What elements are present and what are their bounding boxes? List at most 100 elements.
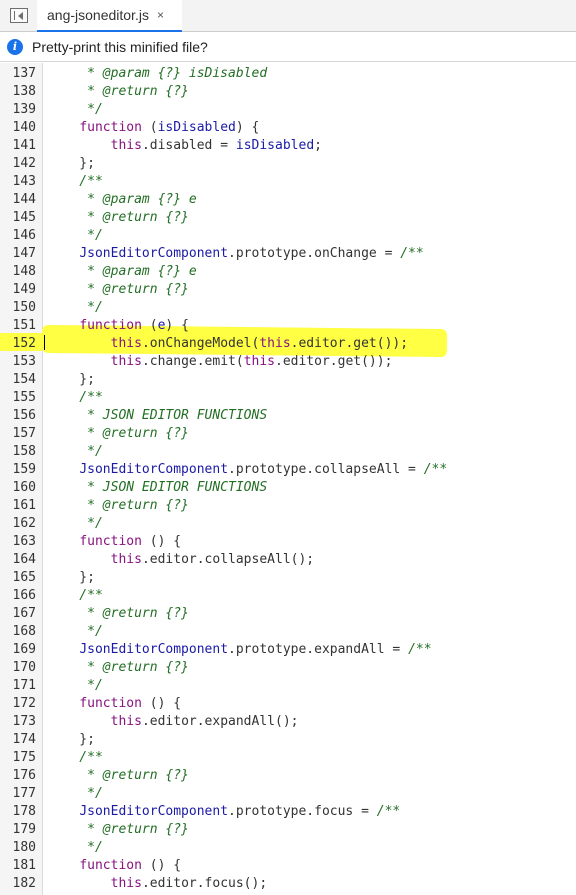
code-text[interactable]: function () { [48,695,181,713]
code-text[interactable]: * @return {?} [48,425,189,443]
code-text[interactable]: * @param {?} e [48,263,197,281]
code-text[interactable]: JsonEditorComponent.prototype.collapseAl… [48,461,447,479]
code-text[interactable]: /** [48,587,103,605]
code-line[interactable]: 164 this.editor.collapseAll(); [0,551,576,569]
line-number[interactable]: 165 [0,569,36,587]
code-text[interactable]: */ [48,839,103,857]
code-text[interactable]: */ [48,515,103,533]
code-line[interactable]: 139 */ [0,101,576,119]
code-text[interactable]: */ [48,299,103,317]
line-number[interactable]: 157 [0,425,36,443]
code-text[interactable]: this.disabled = isDisabled; [48,137,322,155]
line-number[interactable]: 166 [0,587,36,605]
code-text[interactable]: */ [48,677,103,695]
code-line[interactable]: 162 */ [0,515,576,533]
line-number[interactable]: 145 [0,209,36,227]
code-text[interactable]: * @return {?} [48,821,189,839]
code-line[interactable]: 152 this.onChangeModel(this.editor.get()… [0,335,576,353]
line-number[interactable]: 174 [0,731,36,749]
code-text[interactable]: * JSON EDITOR FUNCTIONS [48,407,267,425]
code-text[interactable]: * @return {?} [48,659,189,677]
line-number[interactable]: 173 [0,713,36,731]
line-number[interactable]: 142 [0,155,36,173]
line-number[interactable]: 164 [0,551,36,569]
code-line[interactable]: 148 * @param {?} e [0,263,576,281]
code-text[interactable]: /** [48,749,103,767]
line-number[interactable]: 167 [0,605,36,623]
code-text[interactable]: }; [48,371,95,389]
line-number[interactable]: 175 [0,749,36,767]
code-text[interactable]: /** [48,389,103,407]
line-number[interactable]: 179 [0,821,36,839]
line-number[interactable]: 155 [0,389,36,407]
line-number[interactable]: 163 [0,533,36,551]
code-line[interactable]: 138 * @return {?} [0,83,576,101]
line-number[interactable]: 182 [0,875,36,893]
code-line[interactable]: 180 */ [0,839,576,857]
line-number[interactable]: 171 [0,677,36,695]
code-line[interactable]: 144 * @param {?} e [0,191,576,209]
code-line[interactable]: 159 JsonEditorComponent.prototype.collap… [0,461,576,479]
line-number[interactable]: 160 [0,479,36,497]
code-line[interactable]: 145 * @return {?} [0,209,576,227]
code-text[interactable]: this.editor.collapseAll(); [48,551,315,569]
code-line[interactable]: 176 * @return {?} [0,767,576,785]
code-line[interactable]: 143 /** [0,173,576,191]
code-line[interactable]: 168 */ [0,623,576,641]
code-line[interactable]: 171 */ [0,677,576,695]
line-number[interactable]: 170 [0,659,36,677]
code-line[interactable]: 157 * @return {?} [0,425,576,443]
code-text[interactable]: function () { [48,533,181,551]
code-line[interactable]: 147 JsonEditorComponent.prototype.onChan… [0,245,576,263]
code-text[interactable]: /** [48,173,103,191]
code-line[interactable]: 173 this.editor.expandAll(); [0,713,576,731]
code-text[interactable]: this.editor.focus(); [48,875,268,893]
tab-file[interactable]: ang-jsoneditor.js × [37,0,182,32]
line-number[interactable]: 172 [0,695,36,713]
code-line[interactable]: 160 * JSON EDITOR FUNCTIONS [0,479,576,497]
code-text[interactable]: * @param {?} isDisabled [48,65,267,83]
line-number[interactable]: 144 [0,191,36,209]
code-text[interactable]: }; [48,731,95,749]
code-line[interactable]: 151 function (e) { [0,317,576,335]
code-line[interactable]: 163 function () { [0,533,576,551]
code-line[interactable]: 149 * @return {?} [0,281,576,299]
code-text[interactable]: * @param {?} e [48,191,197,209]
code-line[interactable]: 156 * JSON EDITOR FUNCTIONS [0,407,576,425]
line-number[interactable]: 143 [0,173,36,191]
code-text[interactable]: * @return {?} [48,83,189,101]
code-line[interactable]: 179 * @return {?} [0,821,576,839]
code-text[interactable]: * @return {?} [48,605,189,623]
line-number[interactable]: 177 [0,785,36,803]
line-number[interactable]: 152 [0,335,36,353]
line-number[interactable]: 169 [0,641,36,659]
code-text[interactable]: function (e) { [48,317,189,335]
code-line[interactable]: 178 JsonEditorComponent.prototype.focus … [0,803,576,821]
code-line[interactable]: 181 function () { [0,857,576,875]
code-line[interactable]: 140 function (isDisabled) { [0,119,576,137]
code-text[interactable]: * JSON EDITOR FUNCTIONS [48,479,267,497]
code-line[interactable]: 174 }; [0,731,576,749]
line-number[interactable]: 154 [0,371,36,389]
code-text[interactable]: }; [48,155,95,173]
line-number[interactable]: 168 [0,623,36,641]
line-number[interactable]: 181 [0,857,36,875]
line-number[interactable]: 146 [0,227,36,245]
code-text[interactable]: * @return {?} [48,281,189,299]
code-text[interactable]: this.editor.expandAll(); [48,713,299,731]
line-number[interactable]: 150 [0,299,36,317]
code-line[interactable]: 167 * @return {?} [0,605,576,623]
code-line[interactable]: 142 }; [0,155,576,173]
code-line[interactable]: 165 }; [0,569,576,587]
code-editor[interactable]: 137 * @param {?} isDisabled 138 * @return… [0,63,576,895]
code-text[interactable]: */ [48,443,103,461]
line-number[interactable]: 149 [0,281,36,299]
line-number[interactable]: 158 [0,443,36,461]
code-text[interactable]: JsonEditorComponent.prototype.focus = /*… [48,803,400,821]
line-number[interactable]: 148 [0,263,36,281]
code-text[interactable]: */ [48,227,103,245]
code-line[interactable]: 146 */ [0,227,576,245]
code-line[interactable]: 182 this.editor.focus(); [0,875,576,893]
code-text[interactable]: * @return {?} [48,767,189,785]
line-number[interactable]: 156 [0,407,36,425]
